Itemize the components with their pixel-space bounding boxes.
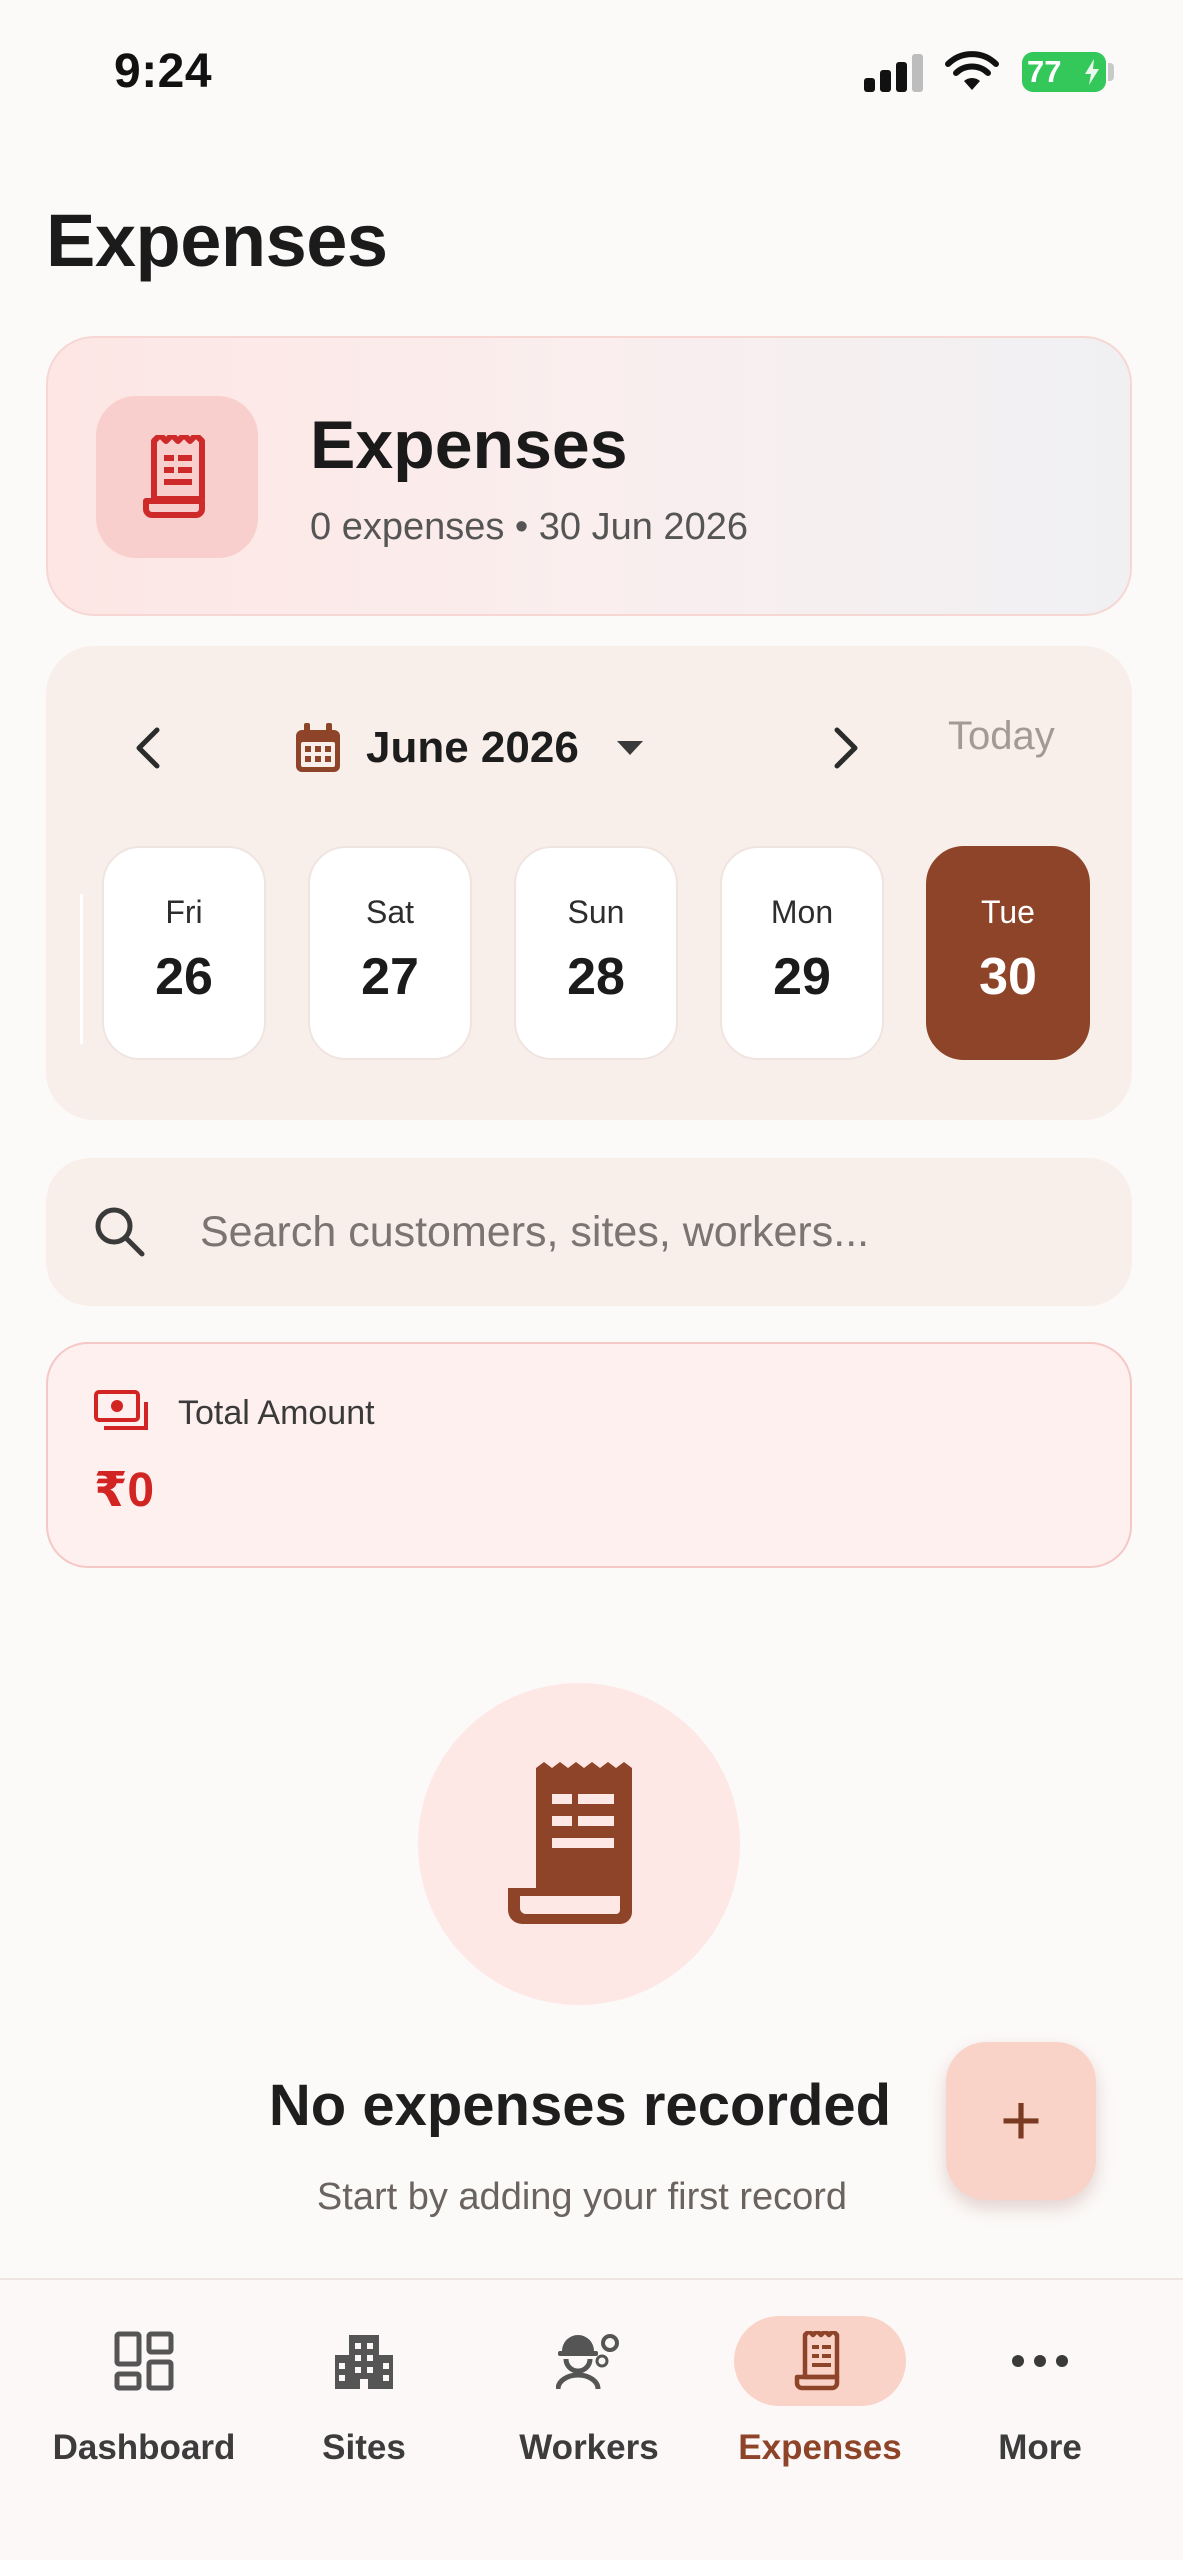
date-picker-card: June 2026 Today Fri 26 Sat 27 Sun 28 Mon…	[46, 646, 1132, 1120]
search-bar[interactable]	[46, 1158, 1132, 1306]
chevron-right-icon	[834, 727, 858, 769]
day-number: 29	[773, 948, 831, 1006]
add-expense-button[interactable]: +	[946, 2042, 1096, 2200]
money-icon	[94, 1390, 148, 1430]
nav-item-dashboard[interactable]: Dashboard	[34, 2316, 254, 2486]
day-chip[interactable]: Mon 29	[720, 846, 884, 1060]
receipt-icon	[96, 396, 258, 558]
receipt-icon	[508, 1762, 632, 1924]
header-title: Expenses	[310, 407, 628, 483]
expenses-header-card: Expenses 0 expenses • 30 Jun 2026	[46, 336, 1132, 616]
battery-level: 77	[1027, 54, 1062, 89]
day-name: Sat	[365, 894, 415, 930]
day-name: Tue	[981, 894, 1035, 930]
empty-state-illustration	[418, 1683, 740, 2005]
battery-cap	[1108, 63, 1114, 81]
nav-item-sites[interactable]: Sites	[254, 2316, 474, 2486]
building-icon	[278, 2316, 450, 2406]
nav-item-workers[interactable]: Workers	[479, 2316, 699, 2486]
nav-item-more[interactable]: More	[930, 2316, 1150, 2486]
scroll-edge-divider	[80, 894, 83, 1044]
dashboard-icon	[58, 2316, 230, 2406]
page-title: Expenses	[46, 199, 388, 282]
nav-label: Sites	[322, 2428, 406, 2467]
day-chip[interactable]: Sun 28	[514, 846, 678, 1060]
nav-label: Workers	[519, 2428, 659, 2467]
day-number: 26	[155, 948, 213, 1006]
day-number: 27	[361, 948, 419, 1006]
day-chip-selected[interactable]: Tue 30	[926, 846, 1090, 1060]
today-button[interactable]: Today	[948, 714, 1055, 759]
charging-bolt-icon	[1085, 59, 1099, 85]
day-number: 30	[979, 948, 1037, 1006]
search-icon	[95, 1207, 145, 1257]
total-amount-value: ₹0	[94, 1464, 155, 1517]
month-picker[interactable]: June 2026	[294, 708, 645, 788]
status-bar: 9:24 77	[0, 0, 1183, 150]
nav-label: Expenses	[738, 2428, 902, 2467]
month-label: June 2026	[366, 723, 579, 772]
more-icon	[954, 2316, 1126, 2406]
nav-label: Dashboard	[52, 2428, 236, 2467]
chevron-left-icon	[136, 727, 160, 769]
total-amount-card: Total Amount ₹0	[46, 1342, 1132, 1568]
previous-month-button[interactable]	[118, 708, 178, 788]
day-name: Mon	[770, 894, 834, 930]
bottom-navigation: Dashboard Sites Workers Expenses More	[0, 2278, 1183, 2560]
day-chip[interactable]: Fri 26	[102, 846, 266, 1060]
worker-icon	[503, 2316, 675, 2406]
receipt-icon	[734, 2316, 906, 2406]
wifi-icon	[945, 51, 999, 90]
battery-icon: 77	[1022, 52, 1106, 92]
day-strip: Fri 26 Sat 27 Sun 28 Mon 29 Tue 30	[102, 846, 1090, 1060]
dropdown-arrow-icon	[616, 741, 643, 755]
calendar-icon	[296, 723, 340, 772]
total-amount-label: Total Amount	[178, 1394, 375, 1432]
signal-icon	[864, 54, 924, 92]
next-month-button[interactable]	[816, 708, 876, 788]
day-chip[interactable]: Sat 27	[308, 846, 472, 1060]
search-input[interactable]	[200, 1194, 1080, 1270]
day-name: Sun	[567, 894, 625, 930]
day-name: Fri	[165, 894, 203, 930]
nav-item-expenses[interactable]: Expenses	[710, 2316, 930, 2486]
nav-label: More	[998, 2428, 1082, 2467]
day-number: 28	[567, 948, 625, 1006]
status-time: 9:24	[114, 45, 213, 98]
header-subtitle: 0 expenses • 30 Jun 2026	[310, 506, 748, 548]
plus-icon: +	[999, 2081, 1043, 2161]
